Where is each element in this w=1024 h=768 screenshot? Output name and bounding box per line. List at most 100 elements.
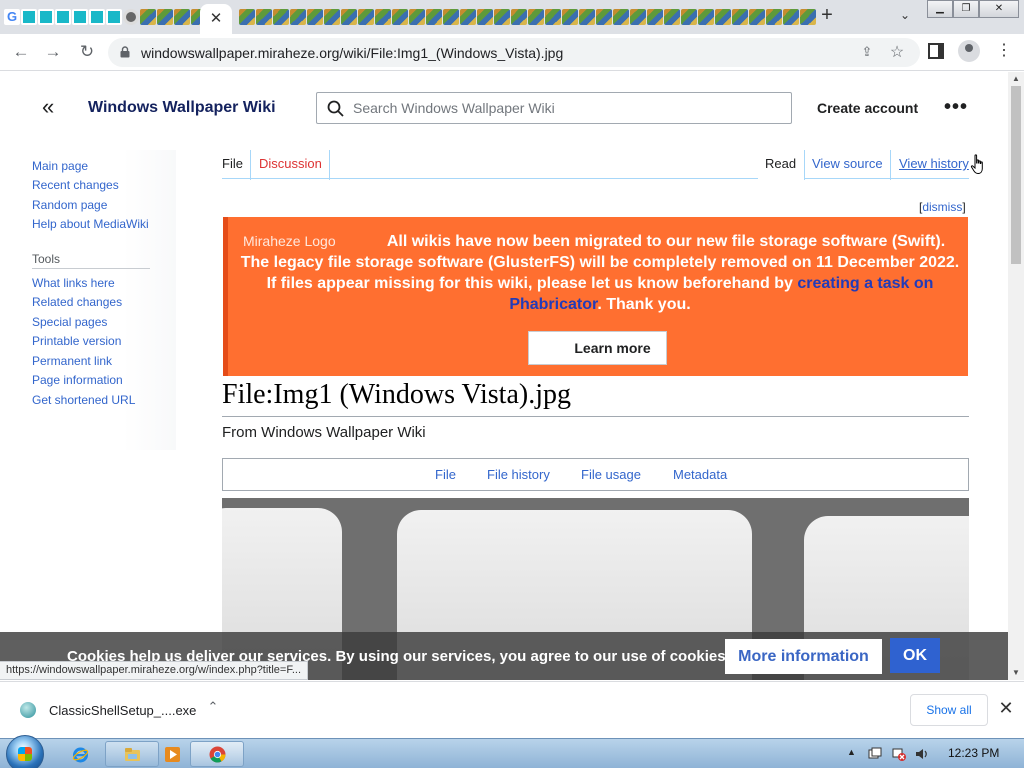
tab-favicon-icon[interactable] (375, 9, 391, 25)
tab-favicon-icon[interactable] (460, 9, 476, 25)
action-center-icon[interactable] (868, 747, 882, 761)
page-scrollbar[interactable]: ▲ ▼ (1008, 72, 1024, 680)
sidebar-item-what-links-here[interactable]: What links here (32, 276, 115, 290)
lock-icon[interactable] (120, 46, 130, 58)
dismiss-link[interactable]: dismiss (922, 200, 962, 214)
network-error-icon[interactable] (892, 747, 906, 761)
sidebar-item-special-pages[interactable]: Special pages (32, 315, 107, 329)
file-nav-file-usage[interactable]: File usage (581, 467, 641, 482)
tab-favicon-icon[interactable] (290, 9, 306, 25)
wiki-search-box[interactable] (316, 92, 792, 124)
new-tab-button[interactable]: + (816, 5, 838, 27)
learn-more-button[interactable]: Learn more (528, 331, 667, 365)
sidebar-item-permanent-link[interactable]: Permanent link (32, 354, 112, 368)
sidebar-item-printable-version[interactable]: Printable version (32, 334, 121, 348)
address-bar[interactable]: windowswallpaper.miraheze.org/wiki/File:… (108, 38, 920, 67)
tab-view-history[interactable]: View history (899, 156, 969, 171)
sidebar-item-shortened-url[interactable]: Get shortened URL (32, 393, 135, 407)
download-file-name[interactable]: ClassicShellSetup_....exe (49, 703, 196, 718)
tab-favicon-icon[interactable]: G (4, 9, 20, 25)
tab-favicon-icon[interactable] (647, 9, 663, 25)
scroll-up-icon[interactable]: ▲ (1012, 74, 1020, 83)
window-close-button[interactable]: ✕ (979, 0, 1019, 18)
minimize-button[interactable]: ▁ (927, 0, 953, 18)
restore-button[interactable]: ❐ (953, 0, 979, 18)
collapse-sidebar-icon[interactable]: « (42, 96, 64, 118)
sidebar-item-help[interactable]: Help about MediaWiki (32, 217, 149, 231)
taskbar-internet-explorer[interactable] (53, 741, 107, 767)
url-text[interactable]: windowswallpaper.miraheze.org/wiki/File:… (141, 45, 563, 61)
search-input[interactable] (353, 100, 773, 116)
create-account-link[interactable]: Create account (817, 100, 918, 116)
tab-favicon-icon[interactable] (613, 9, 629, 25)
tab-favicon-icon[interactable] (596, 9, 612, 25)
tab-favicon-icon[interactable] (38, 9, 54, 25)
cookie-ok-button[interactable]: OK (890, 638, 940, 673)
dismiss-notice[interactable]: [dismiss] (919, 200, 966, 214)
tab-favicon-icon[interactable] (766, 9, 782, 25)
close-download-shelf-icon[interactable]: ✕ (998, 698, 1014, 719)
tab-favicon-icon[interactable] (55, 9, 71, 25)
share-icon[interactable]: ⇪ (858, 44, 876, 62)
tab-view-source[interactable]: View source (812, 156, 883, 171)
tab-favicon-icon[interactable] (443, 9, 459, 25)
taskbar-chrome[interactable] (190, 741, 244, 767)
tab-favicon-icon[interactable] (698, 9, 714, 25)
tab-favicon-icon[interactable] (511, 9, 527, 25)
tray-expand-icon[interactable]: ▲ (847, 747, 856, 757)
show-all-downloads-button[interactable]: Show all (910, 694, 988, 726)
tab-favicon-icon[interactable] (106, 9, 122, 25)
tab-favicon-icon[interactable] (545, 9, 561, 25)
tab-search-icon[interactable]: ⌄ (896, 8, 914, 26)
tab-favicon-icon[interactable] (89, 9, 105, 25)
tab-discussion[interactable]: Discussion (259, 156, 322, 171)
tab-favicon-icon[interactable] (783, 9, 799, 25)
sidebar-item-random-page[interactable]: Random page (32, 198, 107, 212)
volume-icon[interactable] (915, 747, 929, 761)
tab-favicon-icon[interactable] (664, 9, 680, 25)
tab-favicon-icon[interactable] (477, 9, 493, 25)
more-options-icon[interactable]: ••• (944, 96, 968, 119)
browser-menu-icon[interactable]: ⋮ (996, 40, 1012, 62)
tab-favicon-icon[interactable] (21, 9, 37, 25)
file-nav-metadata[interactable]: Metadata (673, 467, 727, 482)
tab-favicon-icon[interactable] (307, 9, 323, 25)
file-nav-file-history[interactable]: File history (487, 467, 550, 482)
tab-favicon-icon[interactable] (800, 9, 816, 25)
tab-favicon-icon[interactable] (72, 9, 88, 25)
tab-favicon-icon[interactable] (123, 9, 139, 25)
back-icon[interactable]: ← (10, 41, 32, 63)
active-tab[interactable]: ✕ (200, 4, 232, 34)
tab-favicon-icon[interactable] (324, 9, 340, 25)
tab-read[interactable]: Read (765, 156, 796, 171)
tab-favicon-icon[interactable] (749, 9, 765, 25)
tab-favicon-icon[interactable] (256, 9, 272, 25)
tab-favicon-icon[interactable] (579, 9, 595, 25)
tab-favicon-icon[interactable] (392, 9, 408, 25)
tab-favicon-icon[interactable] (140, 9, 156, 25)
taskbar-file-explorer[interactable] (105, 741, 159, 767)
bookmark-star-icon[interactable]: ☆ (888, 42, 906, 61)
sidebar-item-main-page[interactable]: Main page (32, 159, 88, 173)
profile-avatar-icon[interactable] (958, 40, 980, 62)
scroll-thumb[interactable] (1011, 86, 1021, 264)
side-panel-icon[interactable] (928, 43, 944, 59)
tab-favicon-icon[interactable] (562, 9, 578, 25)
tab-favicon-icon[interactable] (732, 9, 748, 25)
tab-favicon-icon[interactable] (409, 9, 425, 25)
tab-file[interactable]: File (222, 156, 243, 171)
tab-favicon-icon[interactable] (528, 9, 544, 25)
tab-favicon-icon[interactable] (358, 9, 374, 25)
cookie-more-information-button[interactable]: More information (725, 639, 882, 674)
wiki-site-title[interactable]: Windows Wallpaper Wiki (88, 99, 276, 117)
sidebar-item-page-information[interactable]: Page information (32, 373, 123, 387)
tab-favicon-icon[interactable] (239, 9, 255, 25)
tab-favicon-icon[interactable] (630, 9, 646, 25)
tab-favicon-icon[interactable] (494, 9, 510, 25)
close-tab-icon[interactable]: ✕ (208, 9, 224, 27)
start-button[interactable] (6, 735, 44, 768)
tab-favicon-icon[interactable] (681, 9, 697, 25)
tab-favicon-icon[interactable] (273, 9, 289, 25)
sidebar-item-recent-changes[interactable]: Recent changes (32, 178, 119, 192)
forward-icon[interactable]: → (42, 41, 64, 63)
